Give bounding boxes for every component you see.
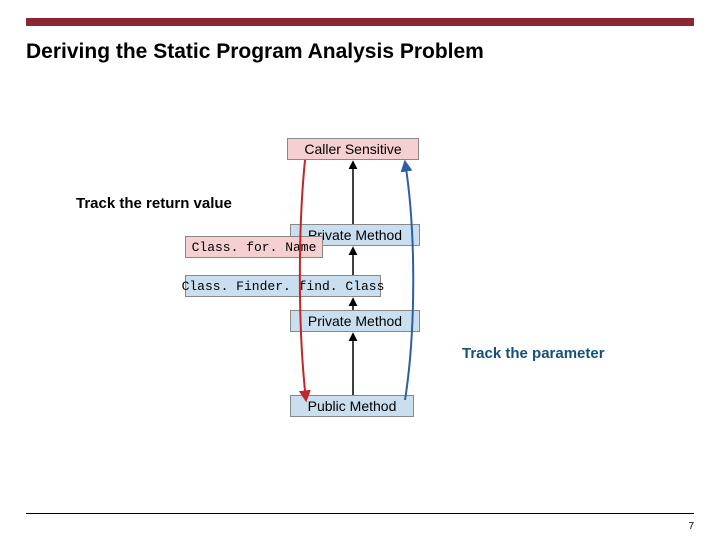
top-accent-bar (26, 18, 694, 26)
label-track-param: Track the parameter (462, 345, 605, 362)
arrows-overlay (0, 0, 720, 540)
slide-title: Deriving the Static Program Analysis Pro… (26, 40, 484, 64)
arrow-blue-track-param (405, 162, 413, 400)
box-public-method: Public Method (290, 395, 414, 417)
box-private-method-2: Private Method (290, 310, 420, 332)
box-class-for-name: Class. for. Name (185, 236, 323, 258)
page-number: 7 (688, 521, 694, 532)
label-track-return: Track the return value (76, 195, 232, 212)
box-class-finder: Class. Finder. find. Class (185, 275, 381, 297)
box-caller-sensitive: Caller Sensitive (287, 138, 419, 160)
bottom-divider (26, 513, 694, 514)
